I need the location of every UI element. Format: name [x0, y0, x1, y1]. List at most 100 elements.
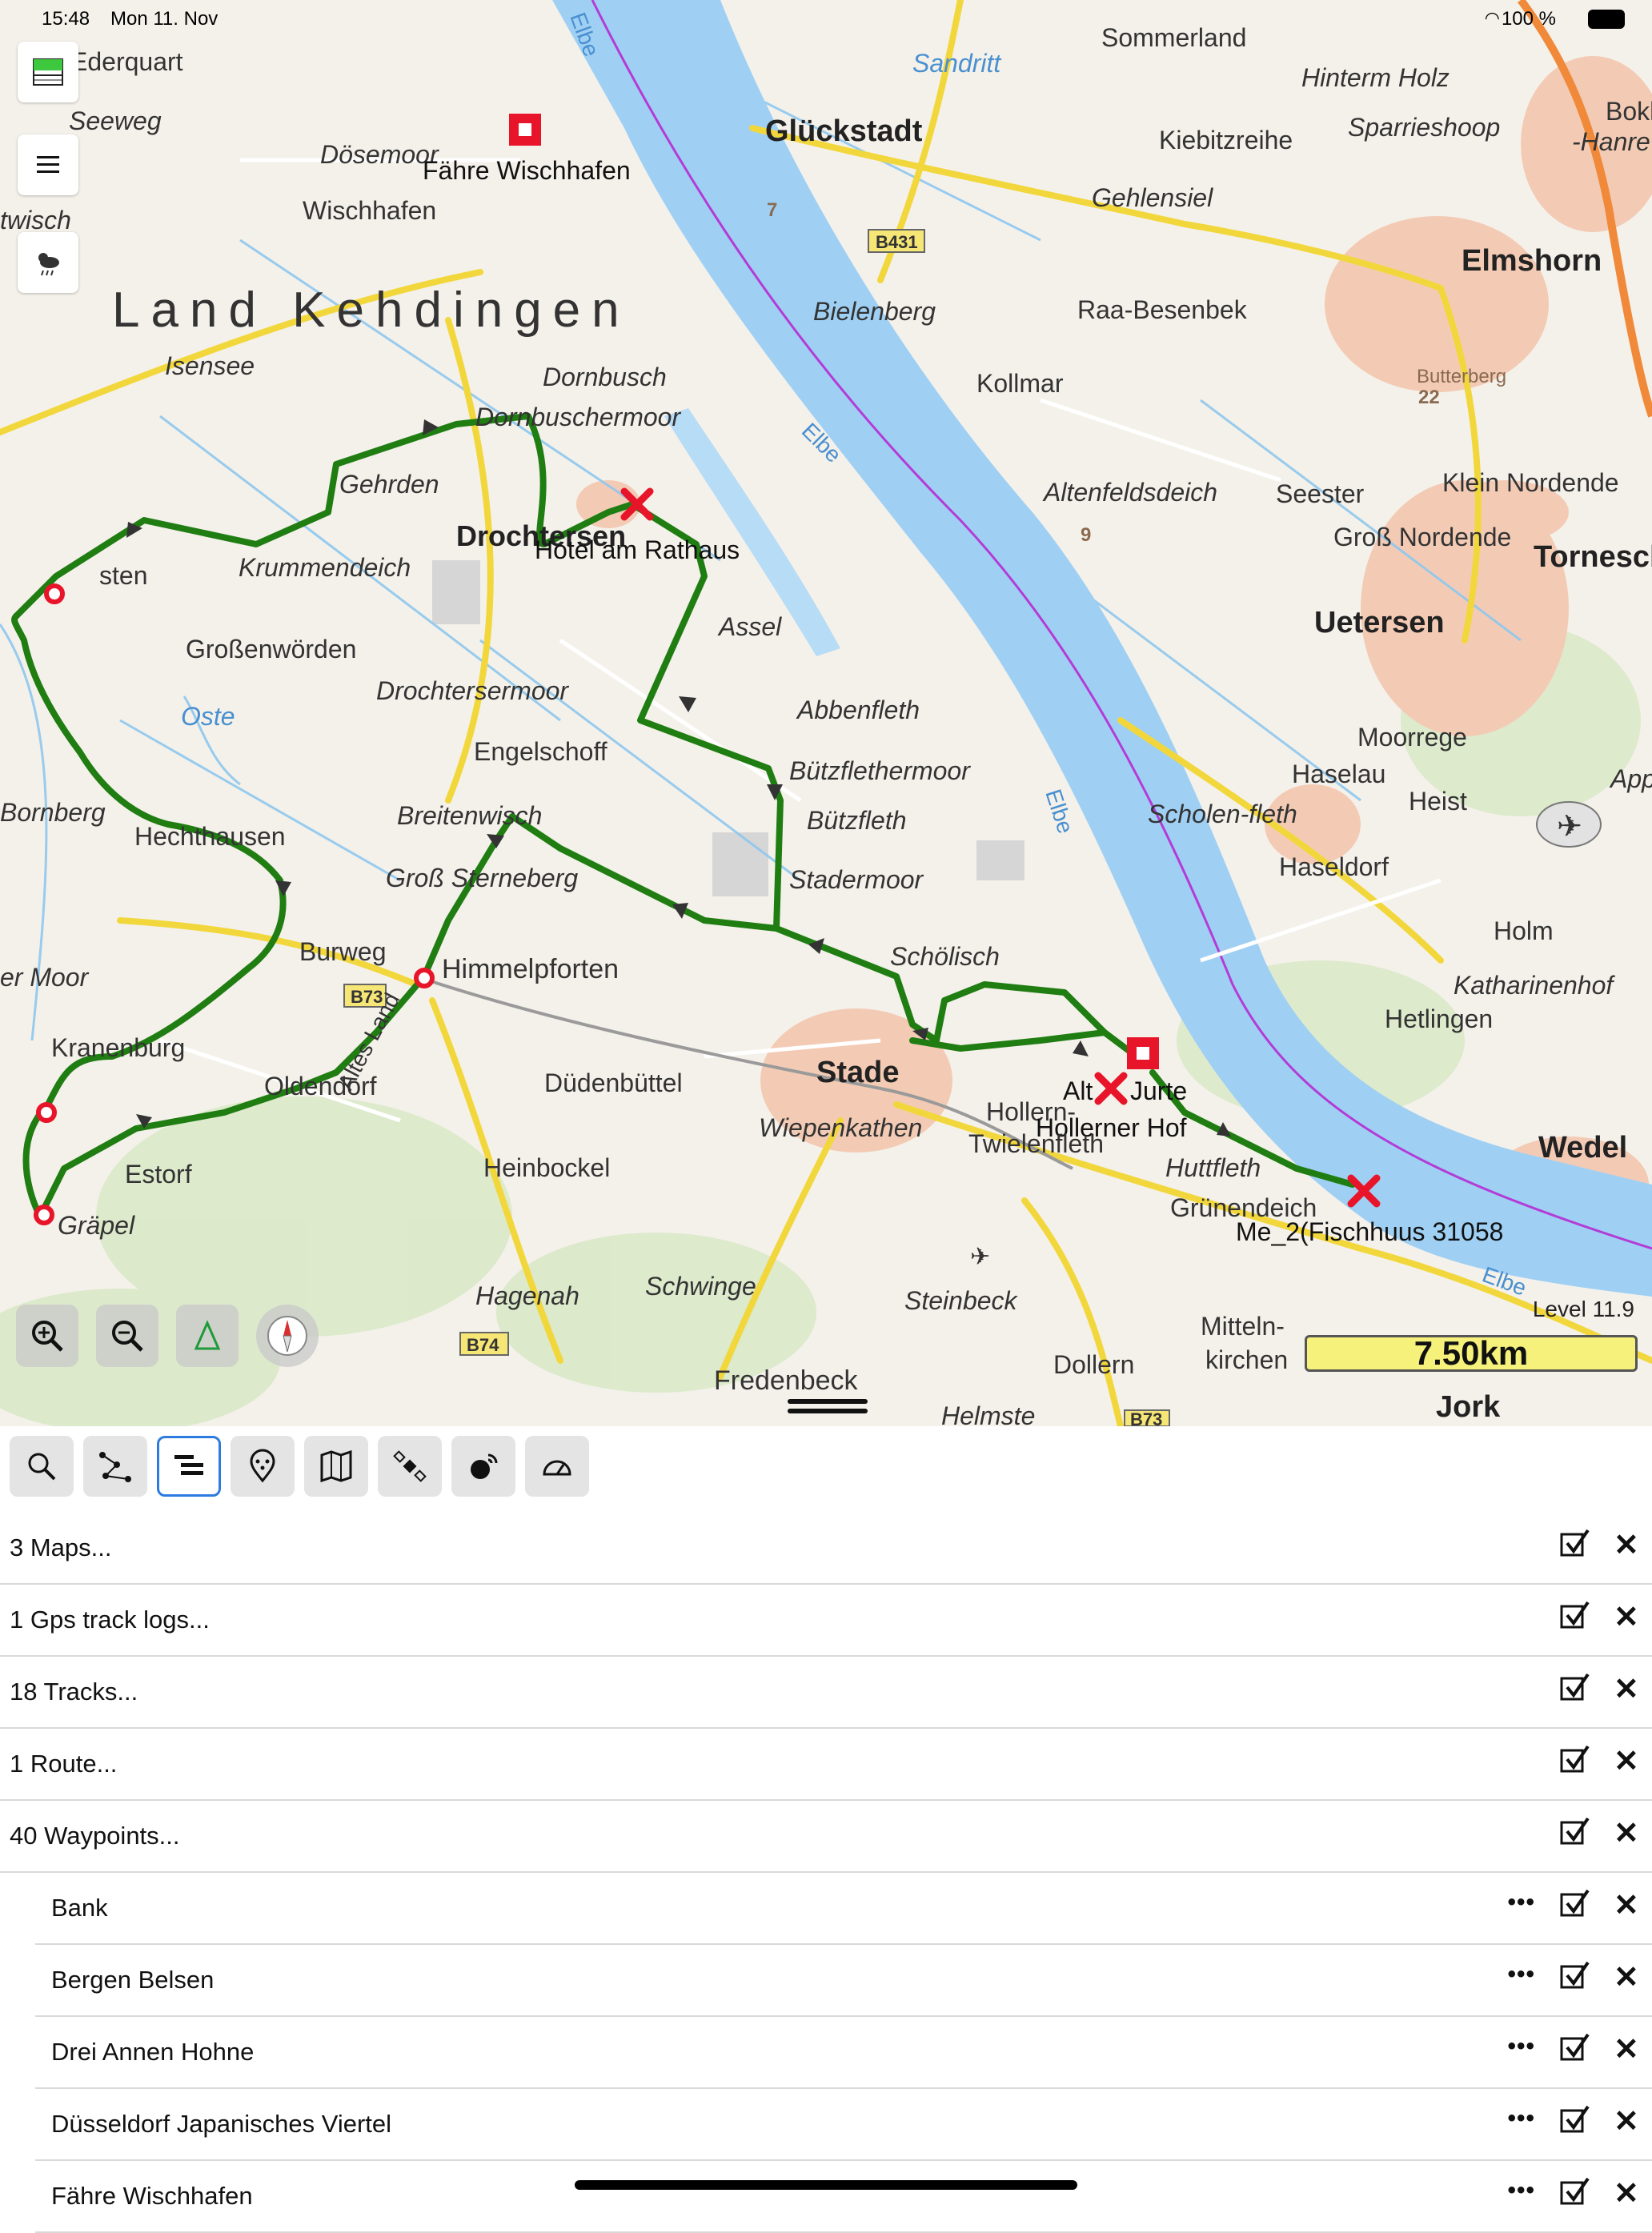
zoom-level-label: Level 11.9	[1532, 1297, 1634, 1321]
remove-icon[interactable]: ✕	[1614, 1890, 1639, 1921]
remove-icon[interactable]: ✕	[1614, 2107, 1639, 2137]
list-item[interactable]: Drei Annen Hohne ••• ✕	[35, 2017, 1652, 2089]
place-assel: Assel	[717, 612, 782, 641]
place-klein-nordende: Klein Nordende	[1442, 468, 1619, 497]
place-uetersen: Uetersen	[1314, 606, 1445, 639]
checkbox-checked-icon[interactable]	[1559, 1959, 1591, 1991]
list-item-label: Düsseldorf Japanisches Viertel	[51, 2110, 392, 2138]
tool-gps[interactable]	[378, 1436, 442, 1497]
place-bokh: Bokh	[1606, 97, 1652, 126]
remove-icon[interactable]: ✕	[1614, 1746, 1639, 1777]
map-view[interactable]: ✈ ✈ B431 B73 B74 B73 22 7 9 Land Kehding…	[0, 0, 1652, 1426]
checkbox-checked-icon[interactable]	[1559, 1527, 1591, 1559]
gauge-icon	[543, 1460, 571, 1476]
place-oste: Oste	[181, 702, 235, 731]
compass-button[interactable]	[256, 1305, 319, 1367]
more-icon[interactable]: •••	[1507, 2105, 1535, 2132]
place-seester: Seester	[1276, 479, 1365, 508]
list-item[interactable]: 1 Gps track logs... ✕	[0, 1585, 1652, 1657]
track-profile-button[interactable]	[18, 42, 78, 102]
place-dornbuschermoor: Dornbuschermoor	[475, 403, 681, 431]
place-kranenburg: Kranenburg	[51, 1033, 185, 1062]
place-holm: Holm	[1494, 916, 1554, 945]
checkbox-checked-icon[interactable]	[1559, 1743, 1591, 1775]
list-item[interactable]: 40 Waypoints... ✕	[0, 1801, 1652, 1873]
place-hinterm-holz: Hinterm Holz	[1301, 63, 1450, 92]
place-altenfeldsdeich: Altenfeldsdeich	[1042, 478, 1217, 507]
weather-icon	[38, 253, 59, 276]
place-seeweg: Seeweg	[69, 106, 162, 135]
zoom-in-button[interactable]	[16, 1305, 78, 1367]
tool-poi[interactable]	[231, 1436, 295, 1497]
checkbox-checked-icon[interactable]	[1559, 1671, 1591, 1703]
remove-icon[interactable]: ✕	[1614, 1674, 1639, 1705]
remove-icon[interactable]: ✕	[1614, 1818, 1639, 1849]
location-button[interactable]	[176, 1305, 239, 1367]
list-item[interactable]: Bank ••• ✕	[35, 1873, 1652, 1945]
drag-handle[interactable]	[788, 1399, 868, 1413]
tool-route[interactable]	[83, 1436, 147, 1497]
place-kirchen: kirchen	[1205, 1345, 1288, 1374]
zoom-out-button[interactable]	[96, 1305, 158, 1367]
more-icon[interactable]: •••	[1507, 2033, 1535, 2060]
tool-search[interactable]	[10, 1436, 74, 1497]
wifi-icon: ◠	[1484, 8, 1500, 28]
list-item-label: 1 Route...	[10, 1750, 118, 1778]
place-duedenbuettel: Düdenbüttel	[544, 1068, 683, 1097]
place-sparrieshoop: Sparrieshoop	[1348, 113, 1500, 142]
list-item[interactable]: Bergen Belsen ••• ✕	[35, 1945, 1652, 2017]
remove-icon[interactable]: ✕	[1614, 2035, 1639, 2065]
road-label-b431: B431	[876, 232, 918, 252]
checkbox-checked-icon[interactable]	[1559, 2103, 1591, 2135]
place-abbenfleth: Abbenfleth	[796, 696, 920, 724]
scale-bar: 7.50km	[1305, 1335, 1638, 1372]
place-appen: Appe	[1609, 764, 1652, 793]
place-stadermoor: Stadermoor	[789, 865, 924, 894]
remove-icon[interactable]: ✕	[1614, 1530, 1639, 1561]
map-canvas[interactable]: ✈ ✈ B431 B73 B74 B73 22 7 9 Land Kehding…	[0, 0, 1652, 1426]
place-engelschoff: Engelschoff	[474, 737, 607, 766]
road-label-b73-2: B73	[1130, 1409, 1162, 1426]
place-ederquart: Ederquart	[70, 47, 183, 76]
place-wedel: Wedel	[1538, 1131, 1627, 1165]
remove-icon[interactable]: ✕	[1614, 1602, 1639, 1633]
tool-dashboard[interactable]	[525, 1436, 589, 1497]
place-estorf: Estorf	[125, 1160, 192, 1189]
place-schwinge: Schwinge	[645, 1272, 756, 1301]
place-krummendeich: Krummendeich	[239, 553, 411, 582]
list-item[interactable]: 18 Tracks... ✕	[0, 1657, 1652, 1729]
place-gross-sterneberg: Groß Sterneberg	[386, 864, 578, 892]
satellite-icon	[393, 1450, 427, 1482]
place-haseldorf: Haseldorf	[1279, 852, 1389, 881]
more-icon[interactable]: •••	[1507, 1961, 1535, 1988]
place-haselau: Haselau	[1292, 760, 1385, 788]
place-sandritt: Sandritt	[912, 49, 1001, 78]
checkbox-checked-icon[interactable]	[1559, 1815, 1591, 1847]
remove-icon[interactable]: ✕	[1614, 2179, 1639, 2209]
weather-button[interactable]	[18, 232, 78, 293]
more-icon[interactable]: •••	[1507, 2177, 1535, 2204]
place-faehre-wischhafen: Fähre Wischhafen	[423, 156, 631, 185]
more-icon[interactable]: •••	[1507, 1889, 1535, 1916]
tool-maps[interactable]	[304, 1436, 368, 1497]
compass-icon	[267, 1316, 307, 1356]
list-item[interactable]: Düsseldorf Japanisches Viertel ••• ✕	[35, 2089, 1652, 2161]
remove-icon[interactable]: ✕	[1614, 1962, 1639, 1993]
checkbox-checked-icon[interactable]	[1559, 1599, 1591, 1631]
map-icon	[320, 1450, 352, 1482]
list-item-label: 3 Maps...	[10, 1533, 112, 1561]
place-hagenah: Hagenah	[475, 1281, 579, 1310]
checkbox-checked-icon[interactable]	[1559, 1887, 1591, 1919]
list-item[interactable]: 3 Maps... ✕	[0, 1513, 1652, 1585]
place-steinbeck: Steinbeck	[904, 1286, 1019, 1315]
status-time: 15:48	[42, 8, 90, 30]
checkbox-checked-icon[interactable]	[1559, 2175, 1591, 2207]
list-item[interactable]: 1 Route... ✕	[0, 1729, 1652, 1801]
tool-layers[interactable]	[157, 1436, 221, 1497]
menu-button[interactable]	[18, 134, 78, 195]
place-sten: sten	[99, 561, 147, 590]
checkbox-checked-icon[interactable]	[1559, 2031, 1591, 2063]
list-item[interactable]: Fähre Wischhafen ••• ✕	[35, 2161, 1652, 2233]
place-schoelisch: Schölisch	[890, 942, 1000, 971]
tool-tracking[interactable]	[451, 1436, 515, 1497]
